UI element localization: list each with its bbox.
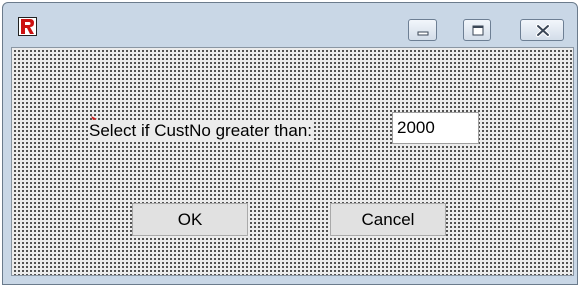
maximize-button[interactable] — [463, 19, 491, 41]
close-button[interactable] — [520, 19, 564, 41]
minimize-icon — [417, 31, 429, 36]
ok-button[interactable]: OK — [132, 203, 248, 236]
maximize-icon — [472, 25, 484, 36]
close-icon — [536, 24, 550, 37]
custno-prompt-label: Select if CustNo greater than: — [88, 120, 314, 142]
report-r-icon[interactable] — [18, 17, 37, 36]
minimize-button[interactable] — [408, 19, 437, 41]
dialog-client-area: Select if CustNo greater than: OK Cancel — [11, 47, 574, 276]
custno-threshold-input[interactable] — [392, 112, 479, 144]
cancel-button[interactable]: Cancel — [330, 203, 446, 236]
dialog-window: Select if CustNo greater than: OK Cancel — [2, 2, 578, 285]
title-bar[interactable] — [3, 3, 577, 47]
field-marker-icon — [91, 116, 97, 120]
